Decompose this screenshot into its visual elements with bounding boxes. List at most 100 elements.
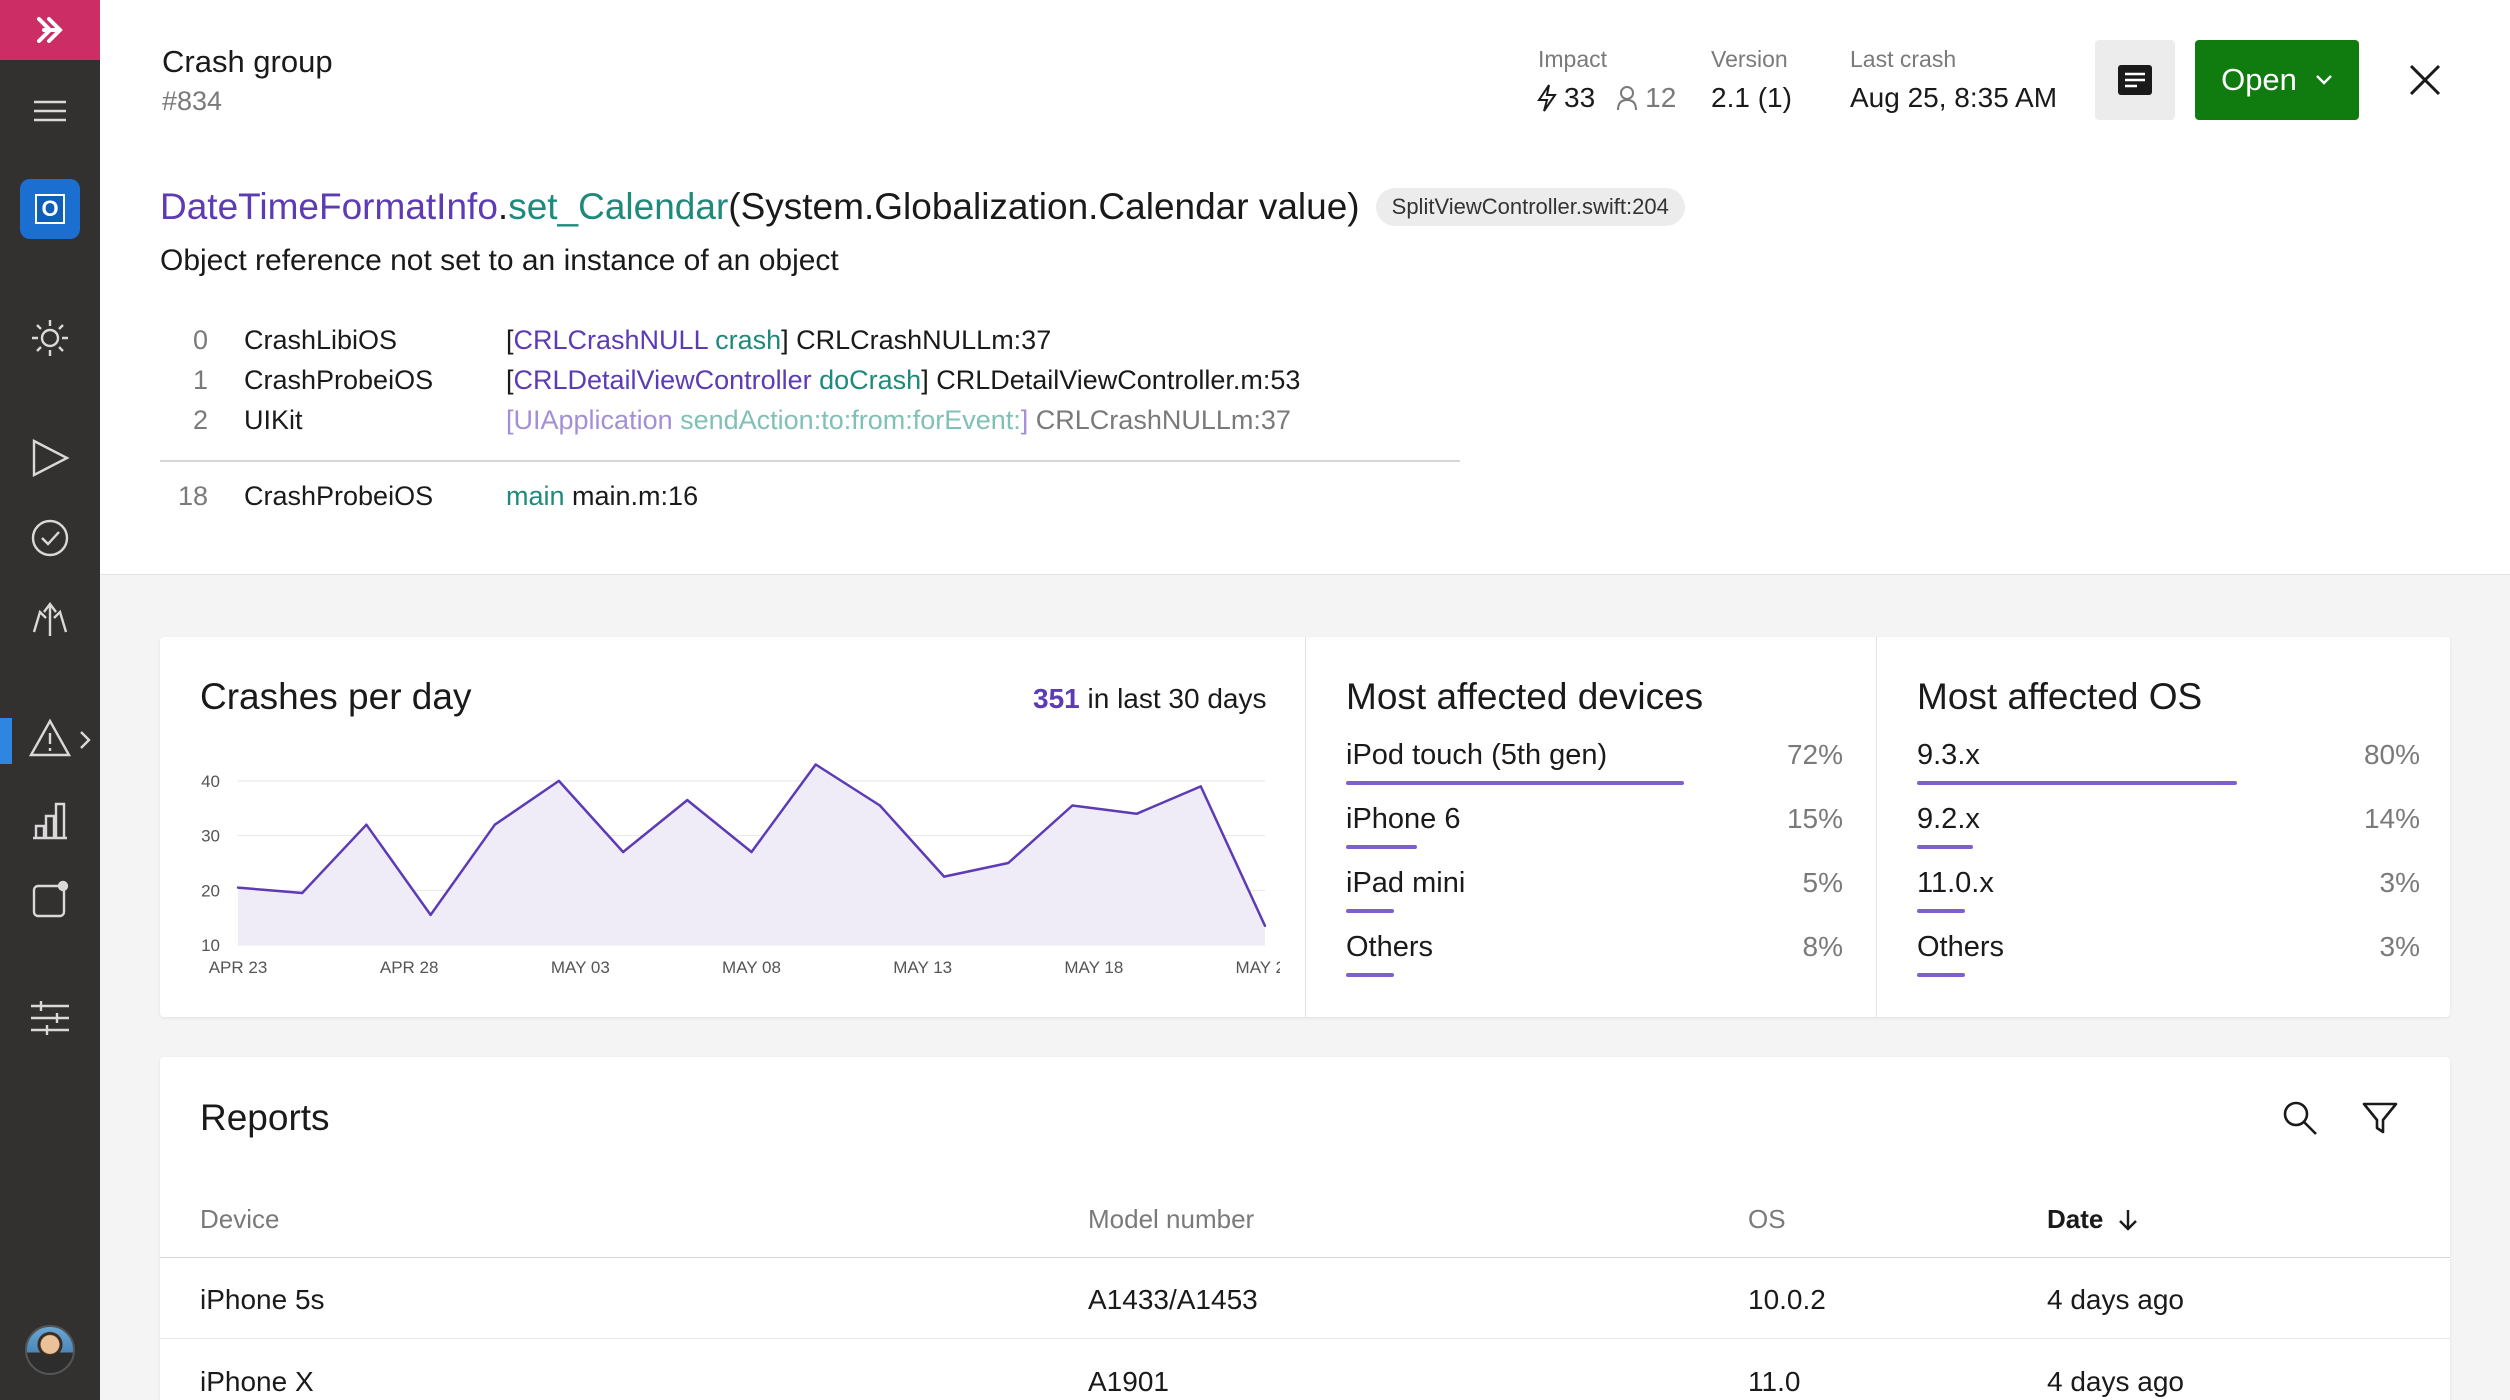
cell-os: 11.0 [1748, 1366, 1801, 1397]
cell-device: iPhone 5s [200, 1284, 325, 1315]
cell-device: iPhone X [200, 1366, 314, 1397]
x-tick-label: MAY 23 [1236, 958, 1280, 977]
stack-frame[interactable]: 1 CrashProbeiOS [CRLDetailViewController… [160, 365, 1460, 405]
x-tick-label: MAY 03 [551, 958, 610, 977]
device-row[interactable]: Others 8% [1346, 931, 1843, 991]
cell-date: 4 days ago [2047, 1366, 2184, 1397]
frame-selector: main [506, 481, 565, 511]
device-bar [1346, 781, 1685, 785]
data-point [1263, 924, 1267, 928]
device-label: iPod touch (5th gen) [1346, 739, 1608, 771]
bracket-open: [ [506, 405, 514, 435]
app-center-logo-icon [37, 17, 63, 43]
device-bar [1346, 973, 1394, 977]
crashes-card-title: Crashes per day [200, 676, 472, 717]
frame-selector: doCrash [811, 365, 922, 395]
stack-frame[interactable]: 18 CrashProbeiOS main main.m:16 [160, 481, 1460, 521]
x-tick-label: MAY 08 [722, 958, 781, 977]
frame-symbol: [CRLCrashNULL crash] CRLCrashNULLm:37 [506, 325, 1051, 356]
chevron-right-icon [80, 731, 91, 749]
check-circle-icon [31, 519, 69, 557]
column-header-model[interactable]: Model number [1088, 1204, 1254, 1235]
crash-total-suffix: in last 30 days [1079, 683, 1267, 714]
os-row[interactable]: 9.3.x 80% [1917, 739, 2420, 799]
data-point [300, 891, 304, 895]
os-percent: 3% [2379, 931, 2420, 962]
data-point [814, 763, 817, 766]
crash-total: 351 in last 30 days [1033, 683, 1267, 715]
sun-icon [32, 320, 68, 356]
reports-title: Reports [200, 1097, 330, 1138]
os-row[interactable]: 11.0.x 3% [1917, 867, 2420, 927]
os-bar [1917, 845, 1973, 849]
device-row[interactable]: iPad mini 5% [1346, 867, 1843, 927]
column-header-date[interactable]: Date [2047, 1204, 2139, 1235]
device-bar [1346, 845, 1417, 849]
user-avatar-button[interactable] [0, 1318, 100, 1382]
card-divider [1305, 637, 1306, 1017]
last-crash-value: Aug 25, 8:35 AM [1850, 82, 2058, 113]
y-tick-label: 20 [201, 881, 220, 900]
stack-frame[interactable]: 0 CrashLibiOS [CRLCrashNULL crash] CRLCr… [160, 325, 1460, 365]
open-status-button[interactable]: Open [2195, 40, 2359, 120]
cell-model: A1433/A1453 [1088, 1284, 1258, 1315]
stack-frame[interactable]: 2 UIKit [UIApplication sendAction:to:fro… [160, 405, 1460, 445]
frame-symbol: main main.m:16 [506, 481, 698, 512]
impact-value: 33 12 [1536, 82, 1676, 114]
app-switcher-outlook[interactable]: O [0, 177, 100, 241]
frame-number: 2 [192, 405, 208, 435]
crashes-per-day-chart: 10 20 30 40 APR 23 APR 28 MAY 03 MAY 08 MAY 13 MA… [201, 763, 1280, 977]
close-icon[interactable] [2405, 60, 2445, 100]
device-row[interactable]: iPod touch (5th gen) 72% [1346, 739, 1843, 799]
nav-build[interactable] [0, 426, 100, 490]
column-header-os[interactable]: OS [1748, 1204, 1786, 1235]
notes-button[interactable] [2095, 40, 2175, 120]
notes-icon [2118, 65, 2152, 95]
frame-number: 0 [192, 325, 208, 355]
exception-dot: . [497, 186, 509, 227]
distribute-icon [32, 602, 68, 636]
x-tick-label: APR 23 [209, 958, 268, 977]
lightning-icon [1537, 84, 1557, 112]
os-percent: 80% [2363, 739, 2420, 770]
nav-distribute[interactable] [0, 586, 100, 650]
row-divider [160, 1338, 2450, 1339]
device-row[interactable]: iPhone 6 15% [1346, 803, 1843, 863]
device-label: Others [1346, 931, 1434, 963]
column-header-device[interactable]: Device [200, 1204, 279, 1235]
nav-settings[interactable] [0, 986, 100, 1050]
frame-symbol: [UIApplication sendAction:to:from:forEve… [506, 405, 1291, 436]
nav-push[interactable] [0, 868, 100, 932]
devices-card-title: Most affected devices [1346, 676, 1704, 717]
frame-location: CRLCrashNULLm:37 [1028, 405, 1291, 435]
frame-selector: sendAction:to:from:forEvent: [672, 405, 1021, 435]
filter-icon[interactable] [2360, 1098, 2400, 1138]
device-bar [1346, 909, 1394, 913]
last-crash-label: Last crash [1850, 46, 1957, 72]
os-label: 9.2.x [1917, 803, 1980, 835]
data-point [365, 823, 368, 826]
app-center-logo[interactable] [0, 0, 100, 60]
os-row[interactable]: Others 3% [1917, 931, 2420, 991]
menu-button[interactable] [0, 79, 100, 143]
exception-params: (System.Globalization.Calendar value) [728, 186, 1360, 227]
source-file-chip[interactable]: SplitViewController.swift:204 [1375, 188, 1685, 226]
nav-analytics[interactable] [0, 788, 100, 852]
nav-overview[interactable] [0, 306, 100, 370]
os-bar [1917, 781, 2237, 785]
bracket-close: ] [781, 325, 789, 355]
os-row[interactable]: 9.2.x 14% [1917, 803, 2420, 863]
avatar [25, 1325, 75, 1375]
data-point [1071, 804, 1074, 807]
device-percent: 8% [1802, 931, 1843, 962]
bracket-open: [ [506, 365, 514, 395]
frame-number: 1 [192, 365, 208, 395]
exception-method: set_Calendar [508, 186, 729, 227]
impact-user-count: 12 [1645, 82, 1677, 113]
nav-test[interactable] [0, 506, 100, 570]
data-point [750, 850, 753, 854]
search-icon[interactable] [2280, 1098, 2320, 1138]
data-point [493, 823, 496, 826]
frame-location: main.m:16 [564, 481, 699, 511]
version-label: Version [1711, 46, 1788, 72]
